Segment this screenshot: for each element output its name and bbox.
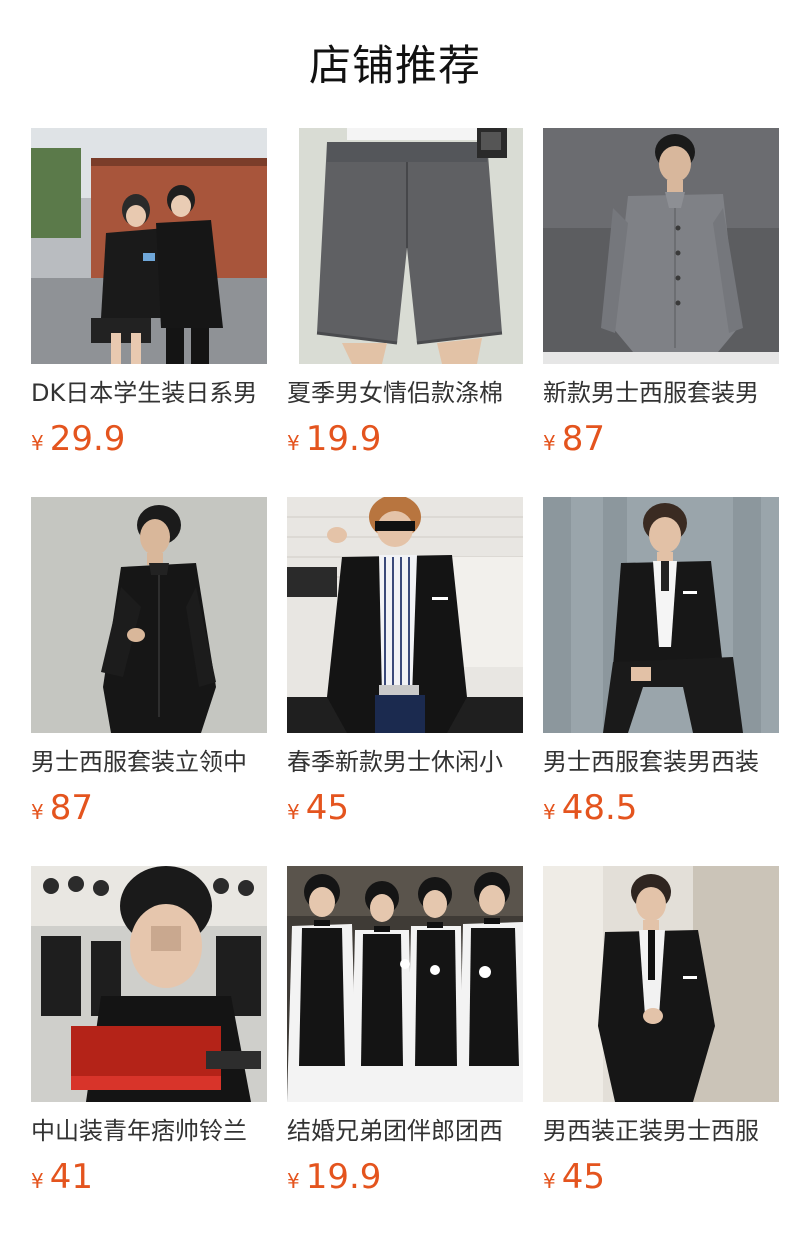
product-name[interactable]: DK日本学生装日系男	[31, 377, 267, 409]
gray-suit-illustration	[543, 128, 779, 364]
product-price: ¥48.5	[543, 788, 779, 828]
product-name[interactable]: 男士西服套装男西装	[543, 746, 779, 778]
black-suit-sitting-illustration	[543, 497, 779, 733]
product-price: ¥19.9	[287, 1157, 523, 1197]
product-grid: DK日本学生装日系男 ¥29.9 夏季男女情侣款涤棉 ¥ 19.9 新款男士西服…	[31, 128, 790, 1235]
drama-poster-illustration	[31, 866, 267, 1102]
product-price: ¥45	[543, 1157, 779, 1197]
black-mandarin-suit-illustration	[31, 497, 267, 733]
price-amount: 87	[561, 419, 605, 459]
product-card[interactable]: 男西装正装男士西服 ¥45	[543, 866, 779, 1235]
product-card[interactable]: DK日本学生装日系男 ¥29.9	[31, 128, 267, 497]
price-amount: 87	[49, 788, 93, 828]
price-amount: 19.9	[305, 1157, 382, 1197]
gray-shorts-illustration	[287, 128, 523, 364]
students-uniforms-illustration	[31, 128, 267, 364]
product-price: ¥29.9	[31, 419, 267, 459]
price-amount: 45	[561, 1157, 605, 1197]
product-image-black-formal-suit[interactable]	[543, 866, 779, 1102]
product-price: ¥87	[543, 419, 779, 459]
price-amount: 29.9	[49, 419, 126, 459]
price-amount: 41	[49, 1157, 93, 1197]
product-price: ¥19.9	[287, 419, 523, 459]
price-amount: 48.5	[561, 788, 638, 828]
product-image-gray-shorts[interactable]	[287, 128, 523, 364]
product-price: ¥87	[31, 788, 267, 828]
currency-symbol: ¥	[543, 1169, 556, 1193]
shop-recommendations-page: 店铺推荐 DK日本学生装日系男 ¥ 29.9 夏季男女情侣款涤棉 ¥ 19.9 …	[0, 0, 790, 1234]
product-name[interactable]: 夏季男女情侣款涤棉	[287, 377, 523, 409]
product-price: ¥41	[31, 1157, 267, 1197]
product-image-casual-blazer[interactable]	[287, 497, 523, 733]
currency-symbol: ¥	[31, 800, 44, 824]
section-title: 店铺推荐	[308, 41, 481, 90]
currency-symbol: ¥	[287, 1169, 300, 1193]
product-image-students-uniforms[interactable]	[31, 128, 267, 364]
currency-symbol: ¥	[543, 800, 556, 824]
product-card[interactable]: 春季新款男士休闲小 ¥45	[287, 497, 523, 866]
product-image-gray-suit[interactable]	[543, 128, 779, 364]
product-card[interactable]: 中山装青年痞帅铃兰 ¥41	[31, 866, 267, 1235]
product-card[interactable]: 男士西服套装男西装 ¥48.5	[543, 497, 779, 866]
product-image-black-mandarin-suit[interactable]	[31, 497, 267, 733]
price-amount: 19.9	[305, 419, 382, 459]
product-image-black-suit-sitting[interactable]	[543, 497, 779, 733]
product-name[interactable]: 男西装正装男士西服	[543, 1115, 779, 1147]
product-name[interactable]: 新款男士西服套装男	[543, 377, 779, 409]
price-amount: 45	[305, 788, 349, 828]
groomsmen-illustration	[287, 866, 523, 1102]
product-card[interactable]: 男士西服套装立领中 ¥87	[31, 497, 267, 866]
currency-symbol: ¥	[287, 800, 300, 824]
product-name[interactable]: 男士西服套装立领中	[31, 746, 267, 778]
product-name[interactable]: 结婚兄弟团伴郎团西	[287, 1115, 523, 1147]
product-price: ¥45	[287, 788, 523, 828]
product-image-drama-poster[interactable]	[31, 866, 267, 1102]
product-card[interactable]: 新款男士西服套装男 ¥87	[543, 128, 779, 497]
currency-symbol: ¥	[31, 431, 44, 455]
black-formal-suit-illustration	[543, 866, 779, 1102]
currency-symbol: ¥	[287, 431, 300, 455]
currency-symbol: ¥	[543, 431, 556, 455]
product-image-groomsmen[interactable]	[287, 866, 523, 1102]
product-card[interactable]: 结婚兄弟团伴郎团西 ¥19.9	[287, 866, 523, 1235]
product-card[interactable]: 夏季男女情侣款涤棉 ¥19.9	[287, 128, 523, 497]
product-name[interactable]: 中山装青年痞帅铃兰	[31, 1115, 267, 1147]
product-name[interactable]: 春季新款男士休闲小	[287, 746, 523, 778]
currency-symbol: ¥	[31, 1169, 44, 1193]
casual-blazer-illustration	[287, 497, 523, 733]
